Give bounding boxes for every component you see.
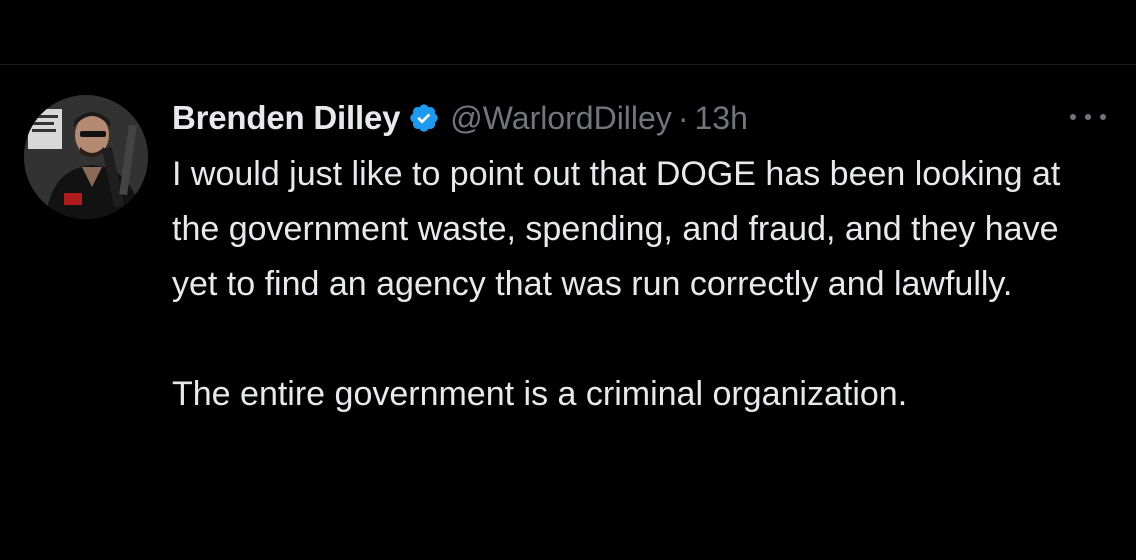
tweet-card[interactable]: Brenden Dilley @WarlordDilley · 13h I wo… [0, 65, 1136, 560]
tweet-timestamp[interactable]: 13h [694, 100, 747, 137]
tweet-header: Brenden Dilley @WarlordDilley · 13h [172, 95, 748, 141]
tweet-paragraph-2: The entire government is a criminal orga… [172, 375, 908, 413]
user-avatar-photo-icon [24, 95, 148, 219]
avatar[interactable] [24, 95, 148, 219]
author-handle[interactable]: @WarlordDilley [450, 100, 672, 137]
more-dot [1085, 114, 1091, 120]
tweet-paragraph-1: I would just like to point out that DOGE… [172, 155, 1061, 303]
author-display-name[interactable]: Brenden Dilley [172, 99, 400, 137]
tweet-text: I would just like to point out that DOGE… [172, 147, 1112, 422]
header-separator: · [677, 99, 689, 136]
verified-badge-icon[interactable] [408, 102, 440, 134]
more-dot [1070, 114, 1076, 120]
more-options-icon[interactable] [1070, 111, 1106, 123]
more-dot [1100, 114, 1106, 120]
